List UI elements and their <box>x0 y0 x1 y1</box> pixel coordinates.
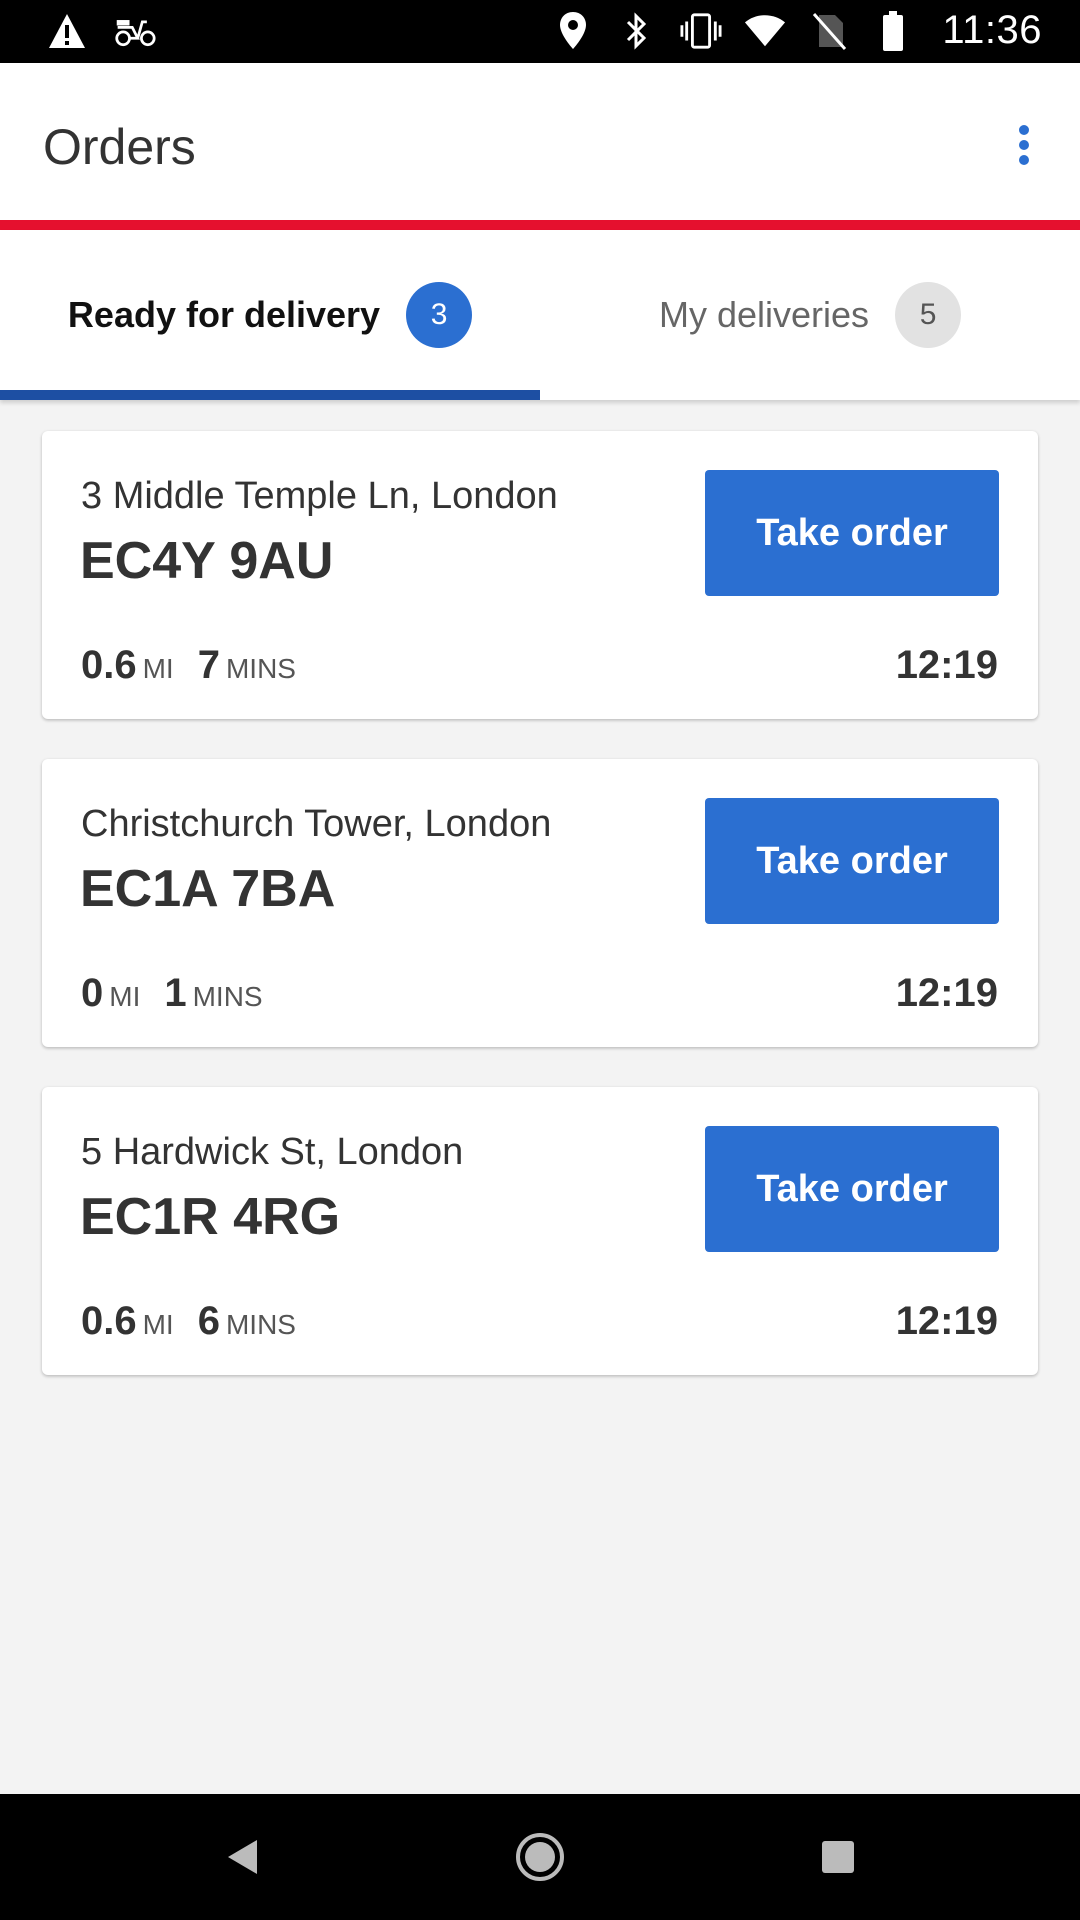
recents-icon[interactable] <box>808 1827 868 1887</box>
duration-value: 1 <box>164 971 187 1015</box>
count-badge: 3 <box>406 282 473 348</box>
navigation-bar <box>0 1794 1080 1920</box>
location-icon <box>552 10 594 52</box>
tab-ready-for-delivery[interactable]: Ready for delivery 3 <box>0 230 540 400</box>
wifi-icon <box>744 10 786 52</box>
duration-unit: MINS <box>225 1309 296 1340</box>
count-badge: 5 <box>895 282 962 348</box>
order-postcode: EC4Y 9AU <box>80 532 334 590</box>
distance-unit: MI <box>142 1309 174 1340</box>
order-card[interactable]: 3 Middle Temple Ln, London EC4Y 9AU Take… <box>42 431 1038 719</box>
tab-label: My deliveries <box>658 294 870 335</box>
order-metrics: 0 MI 1 MINS <box>81 971 263 1016</box>
warning-icon <box>46 10 88 52</box>
home-icon[interactable] <box>510 1827 570 1887</box>
order-time: 12:19 <box>895 643 998 687</box>
order-postcode: EC1A 7BA <box>80 860 336 918</box>
order-time: 12:19 <box>895 1299 998 1343</box>
order-postcode: EC1R 4RG <box>80 1188 341 1246</box>
distance-value: 0 <box>81 971 104 1015</box>
no-sim-icon <box>808 10 850 52</box>
order-card[interactable]: Christchurch Tower, London EC1A 7BA Take… <box>42 759 1038 1047</box>
duration-unit: MINS <box>225 653 296 684</box>
order-card[interactable]: 5 Hardwick St, London EC1R 4RG Take orde… <box>42 1087 1038 1375</box>
tab-bar: Ready for delivery 3 My deliveries 5 <box>0 230 1080 400</box>
tab-my-deliveries[interactable]: My deliveries 5 <box>540 230 1080 400</box>
take-order-button[interactable]: Take order <box>705 470 999 596</box>
tab-label: Ready for delivery <box>67 294 381 335</box>
take-order-button[interactable]: Take order <box>705 1126 999 1252</box>
scooter-icon <box>114 10 156 52</box>
order-time: 12:19 <box>895 971 998 1015</box>
duration-value: 7 <box>197 643 220 687</box>
status-bar: 11:36 <box>0 0 1080 63</box>
tab-indicator <box>0 390 540 400</box>
duration-value: 6 <box>197 1299 220 1343</box>
page-title: Orders <box>43 119 196 175</box>
order-metrics: 0.6 MI 7 MINS <box>81 643 296 688</box>
battery-icon <box>872 10 914 52</box>
order-address: Christchurch Tower, London <box>81 803 552 845</box>
duration-unit: MINS <box>192 981 263 1012</box>
order-metrics: 0.6 MI 6 MINS <box>81 1299 296 1344</box>
vibrate-icon <box>680 10 722 52</box>
take-order-button[interactable]: Take order <box>705 798 999 924</box>
bluetooth-icon <box>616 10 658 52</box>
app-bar: Orders <box>0 63 1080 220</box>
distance-value: 0.6 <box>81 643 137 687</box>
distance-unit: MI <box>109 981 141 1012</box>
order-address: 3 Middle Temple Ln, London <box>81 475 558 517</box>
status-time: 11:36 <box>942 8 1042 52</box>
back-icon[interactable] <box>212 1827 272 1887</box>
more-vert-icon[interactable] <box>1002 115 1046 175</box>
distance-unit: MI <box>142 653 174 684</box>
orders-list: 3 Middle Temple Ln, London EC4Y 9AU Take… <box>42 431 1038 1415</box>
distance-value: 0.6 <box>81 1299 137 1343</box>
order-address: 5 Hardwick St, London <box>81 1131 464 1173</box>
brand-divider <box>0 220 1080 230</box>
screen: 11:36 Orders Ready for delivery 3 My del… <box>0 0 1080 1920</box>
